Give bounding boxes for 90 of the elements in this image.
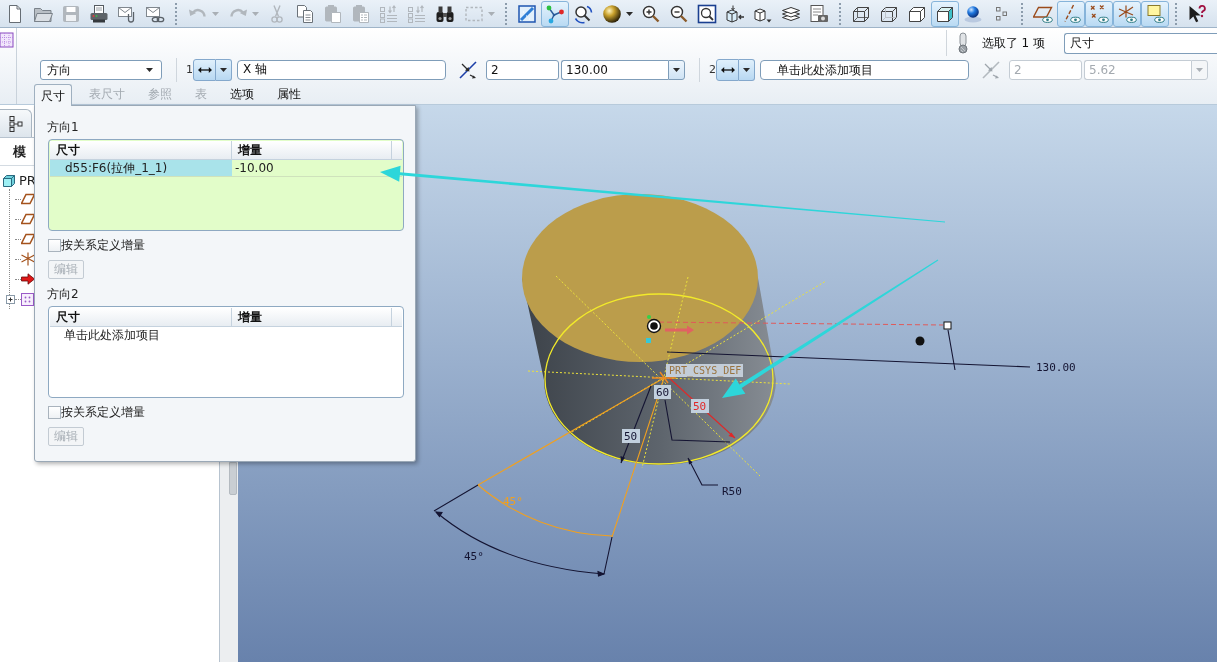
dimension-line[interactable] bbox=[620, 385, 652, 464]
framed-square-icon bbox=[517, 3, 537, 24]
parallelogram-icon bbox=[21, 213, 35, 225]
panel-tab[interactable]: 属性 bbox=[271, 84, 307, 104]
column-header[interactable]: 增量 bbox=[232, 308, 392, 326]
caret-icon bbox=[487, 11, 495, 16]
dot-marker-icon[interactable] bbox=[647, 315, 651, 319]
zoom-out-icon bbox=[669, 3, 689, 24]
cursor-question-icon bbox=[1187, 3, 1207, 24]
caret-icon bbox=[220, 67, 227, 72]
section-title: 方向1 bbox=[47, 119, 79, 135]
column-header[interactable]: 增量 bbox=[232, 141, 392, 159]
list-arrows-icon bbox=[407, 3, 427, 24]
dimension-line[interactable] bbox=[664, 399, 731, 443]
square-marker-icon[interactable] bbox=[646, 338, 651, 343]
direction-button[interactable] bbox=[716, 58, 739, 81]
checkbox[interactable] bbox=[48, 238, 61, 252]
panel-tab[interactable]: 尺寸 bbox=[34, 84, 72, 106]
document-camera-icon bbox=[809, 3, 829, 24]
parallelogram-icon bbox=[21, 193, 35, 205]
magnifier-arrows-icon bbox=[573, 3, 593, 24]
dimension-label[interactable]: 130.00 bbox=[1036, 361, 1076, 374]
note-eye-icon bbox=[1145, 3, 1165, 24]
copy-icon bbox=[295, 3, 315, 24]
angle-dimension[interactable] bbox=[433, 484, 613, 577]
target-marker-icon[interactable] bbox=[646, 318, 662, 334]
caret-icon bbox=[211, 11, 219, 16]
square-marker-icon[interactable] bbox=[943, 321, 952, 330]
clipboard-list-icon bbox=[351, 3, 371, 24]
cube-arrow-icon bbox=[725, 3, 745, 24]
section-title: 方向2 bbox=[47, 286, 79, 302]
node-graph-icon bbox=[545, 3, 565, 24]
points-eye-icon bbox=[1089, 3, 1109, 24]
table-placeholder[interactable]: 单击此处添加项目 bbox=[64, 327, 160, 344]
dimension-label[interactable]: R50 bbox=[722, 485, 742, 498]
column-header[interactable]: 尺寸 bbox=[50, 141, 232, 159]
column-header[interactable]: 尺寸 bbox=[50, 308, 232, 326]
toolbar-button[interactable] bbox=[931, 0, 959, 27]
clipboard-icon bbox=[323, 3, 343, 24]
dimension-label[interactable]: 50 bbox=[622, 429, 640, 443]
double-arrow-icon bbox=[720, 65, 735, 74]
type-dropdown[interactable]: 方向 bbox=[40, 59, 162, 80]
cylinder-drawing[interactable] bbox=[522, 194, 776, 465]
thermometer-icon bbox=[955, 32, 970, 54]
reference-field[interactable]: X 轴 bbox=[237, 59, 446, 80]
cube-icon bbox=[3, 174, 15, 187]
spacing-field[interactable]: 130.00 bbox=[561, 59, 668, 80]
table-cell[interactable]: d55:F6(拉伸_1_1) bbox=[50, 160, 232, 176]
printer-icon bbox=[89, 3, 109, 24]
scrollbar-thumb[interactable] bbox=[229, 462, 237, 495]
dot-marker-icon[interactable] bbox=[915, 336, 925, 346]
sphere-icon bbox=[601, 3, 622, 24]
diagonal-arrows-icon[interactable] bbox=[458, 59, 478, 80]
caret-icon bbox=[743, 67, 750, 72]
direction-button[interactable] bbox=[193, 58, 216, 81]
csys-eye-icon bbox=[1117, 3, 1137, 24]
panel-tab[interactable]: 选项 bbox=[224, 84, 260, 104]
navigator-tab[interactable] bbox=[0, 109, 32, 137]
count-field[interactable]: 2 bbox=[486, 59, 559, 80]
zoom-in-icon bbox=[641, 3, 661, 24]
dimension-label[interactable]: 45° bbox=[464, 550, 484, 563]
expand-icon[interactable] bbox=[5, 294, 15, 304]
selection-status: 选取了 1 项 bbox=[981, 35, 1045, 51]
caret-icon bbox=[673, 67, 680, 72]
dimension-label[interactable]: 60 bbox=[654, 385, 671, 399]
direction-number: 2 bbox=[709, 62, 716, 77]
direction-number: 1 bbox=[186, 62, 193, 77]
checkbox-label: 按关系定义增量 bbox=[61, 405, 145, 419]
caret-icon bbox=[251, 11, 259, 16]
filter-dropdown[interactable]: 尺寸 bbox=[1064, 32, 1217, 54]
crossed-lines-icon bbox=[21, 252, 35, 266]
panel-header: 模 bbox=[13, 143, 26, 160]
caret-icon bbox=[146, 67, 153, 72]
checkbox[interactable] bbox=[48, 405, 61, 419]
dropdown-button[interactable] bbox=[668, 59, 685, 80]
caret-icon bbox=[1196, 67, 1203, 72]
checkbox-label: 按关系定义增量 bbox=[61, 238, 145, 252]
tree-item-label[interactable]: PR bbox=[19, 172, 36, 189]
dropdown-button[interactable] bbox=[739, 58, 755, 81]
list-arrows-icon bbox=[379, 3, 399, 24]
scrollbar-track[interactable] bbox=[220, 462, 238, 662]
parallelogram-icon bbox=[21, 233, 35, 245]
tree-icon bbox=[8, 115, 23, 132]
leader-line[interactable] bbox=[687, 457, 719, 486]
caret-icon bbox=[625, 11, 633, 16]
dropdown-button[interactable] bbox=[216, 58, 232, 81]
double-arrow-icon bbox=[197, 65, 212, 74]
ball-icon bbox=[963, 3, 983, 24]
magnifier-frame-icon bbox=[697, 3, 717, 24]
arrow-icon bbox=[21, 273, 35, 285]
